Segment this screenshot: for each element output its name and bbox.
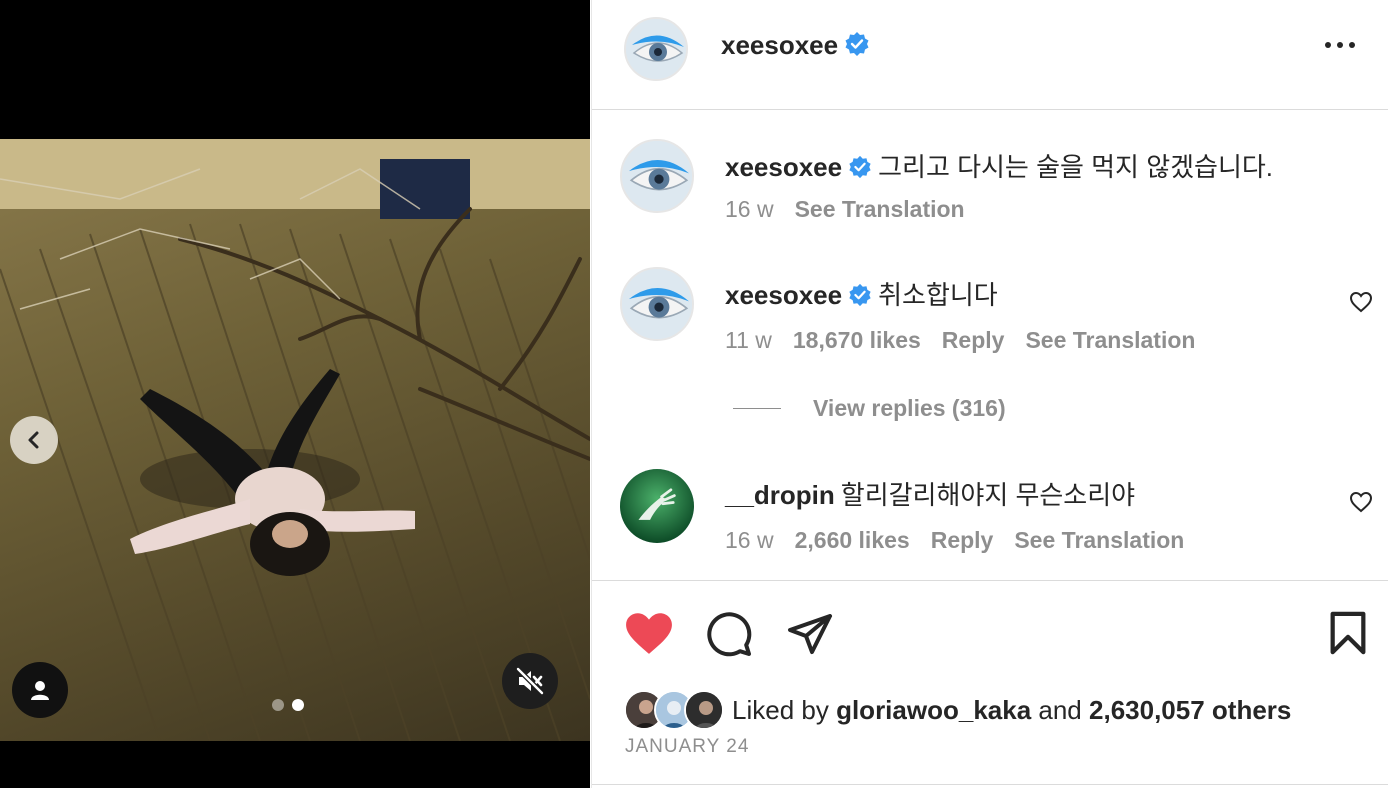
eye-avatar-image (626, 19, 686, 79)
comment-body: xeesoxee 그리고 다시는 술을 먹지 않겠습니다. (725, 147, 1273, 184)
liked-by-and: and (1038, 694, 1082, 725)
bottom-divider (592, 784, 1388, 785)
actions-divider (592, 580, 1388, 581)
heart-filled-icon (626, 613, 672, 654)
verified-badge-icon (845, 32, 869, 56)
verified-badge-icon (849, 283, 871, 307)
comment-time[interactable]: 16 w (725, 196, 774, 222)
reply-button[interactable]: Reply (931, 527, 994, 553)
carousel-dot (272, 699, 284, 711)
carousel-prev-button[interactable] (10, 416, 58, 464)
post-side-panel: xeesoxee xeesoxee 그리고 다시는 술을 먹지 않겠습니다. 1… (591, 0, 1388, 788)
see-translation-link[interactable]: See Translation (795, 196, 965, 222)
like-button[interactable] (624, 610, 674, 661)
bookmark-icon (1330, 611, 1366, 655)
see-translation-link[interactable]: See Translation (1025, 327, 1195, 353)
share-button[interactable] (786, 610, 834, 663)
liked-by-prefix: Liked by (732, 694, 829, 725)
mute-toggle-button[interactable] (502, 653, 558, 709)
comment-text: 취소합니다 (878, 280, 998, 310)
more-options-button[interactable] (1325, 36, 1355, 54)
comment-text: 그리고 다시는 술을 먹지 않겠습니다. (878, 152, 1274, 182)
comment-like-button[interactable] (1349, 490, 1373, 519)
liker-avatar[interactable] (684, 690, 724, 730)
post-date[interactable]: JANUARY 24 (625, 736, 749, 758)
author-username[interactable]: xeesoxee (721, 30, 870, 61)
heart-outline-icon (1349, 491, 1373, 513)
comment-meta: 16 w 2,660 likes Reply See Translation (725, 527, 1205, 554)
comment-meta: 11 w 18,670 likes Reply See Translation (725, 327, 1216, 354)
comment-body: xeesoxee 취소합니다 (725, 275, 998, 312)
view-replies-button[interactable]: View replies (316) (733, 395, 1006, 422)
comment-time[interactable]: 16 w (725, 527, 774, 553)
post-actions-bar (592, 606, 1388, 662)
save-button[interactable] (1328, 610, 1368, 661)
comment-body: __dropin 할리갈리해야지 무슨소리야 (725, 475, 1135, 512)
see-translation-link[interactable]: See Translation (1014, 527, 1184, 553)
comment-username[interactable]: xeesoxee (725, 152, 842, 182)
photo-illustration (0, 139, 590, 741)
comment-like-button[interactable] (1349, 290, 1373, 319)
chevron-left-icon (28, 431, 39, 449)
commenter-avatar[interactable] (620, 139, 694, 213)
liked-by-user-link[interactable]: gloriawoo_kaka (836, 695, 1031, 725)
author-avatar[interactable] (624, 17, 688, 81)
post-media (0, 0, 590, 788)
more-horizontal-icon (1325, 42, 1355, 48)
heart-outline-icon (1349, 291, 1373, 313)
replies-divider-line (733, 408, 781, 409)
comment-meta: 16 w See Translation (725, 196, 986, 223)
likes-summary: Liked by gloriawoo_kaka and 2,630,057 ot… (624, 690, 1291, 730)
comment-bubble-icon (707, 612, 752, 657)
comment-text: 할리갈리해야지 무슨소리야 (840, 480, 1136, 510)
eye-avatar-image (622, 269, 692, 339)
user-tag-icon (31, 681, 49, 700)
liked-by-others-link[interactable]: 2,630,057 others (1089, 695, 1291, 725)
verified-badge-icon (849, 155, 871, 179)
comment-likes-count[interactable]: 18,670 likes (793, 327, 921, 353)
carousel-dot-active (292, 699, 304, 711)
comment-username[interactable]: xeesoxee (725, 280, 842, 310)
speaker-muted-icon (516, 667, 544, 695)
liker-avatars (624, 690, 724, 730)
reply-button[interactable]: Reply (942, 327, 1005, 353)
view-replies-label[interactable]: View replies (316) (813, 395, 1006, 422)
liker-photo (686, 692, 722, 728)
post-photo[interactable] (0, 139, 590, 741)
commenter-avatar[interactable] (620, 469, 694, 543)
hand-avatar-image (620, 469, 694, 543)
carousel-indicator (272, 699, 304, 711)
likes-text: Liked by gloriawoo_kaka and 2,630,057 ot… (732, 695, 1291, 726)
commenter-avatar[interactable] (620, 267, 694, 341)
comment-username[interactable]: __dropin (725, 480, 835, 510)
post-header: xeesoxee (592, 0, 1388, 110)
comment-time[interactable]: 11 w (725, 327, 772, 353)
eye-avatar-image (622, 141, 692, 211)
comment-button[interactable] (705, 610, 753, 663)
comment-likes-count[interactable]: 2,660 likes (795, 527, 910, 553)
paper-plane-icon (788, 614, 832, 654)
tagged-users-button[interactable] (12, 662, 68, 718)
author-username-text[interactable]: xeesoxee (721, 30, 838, 60)
